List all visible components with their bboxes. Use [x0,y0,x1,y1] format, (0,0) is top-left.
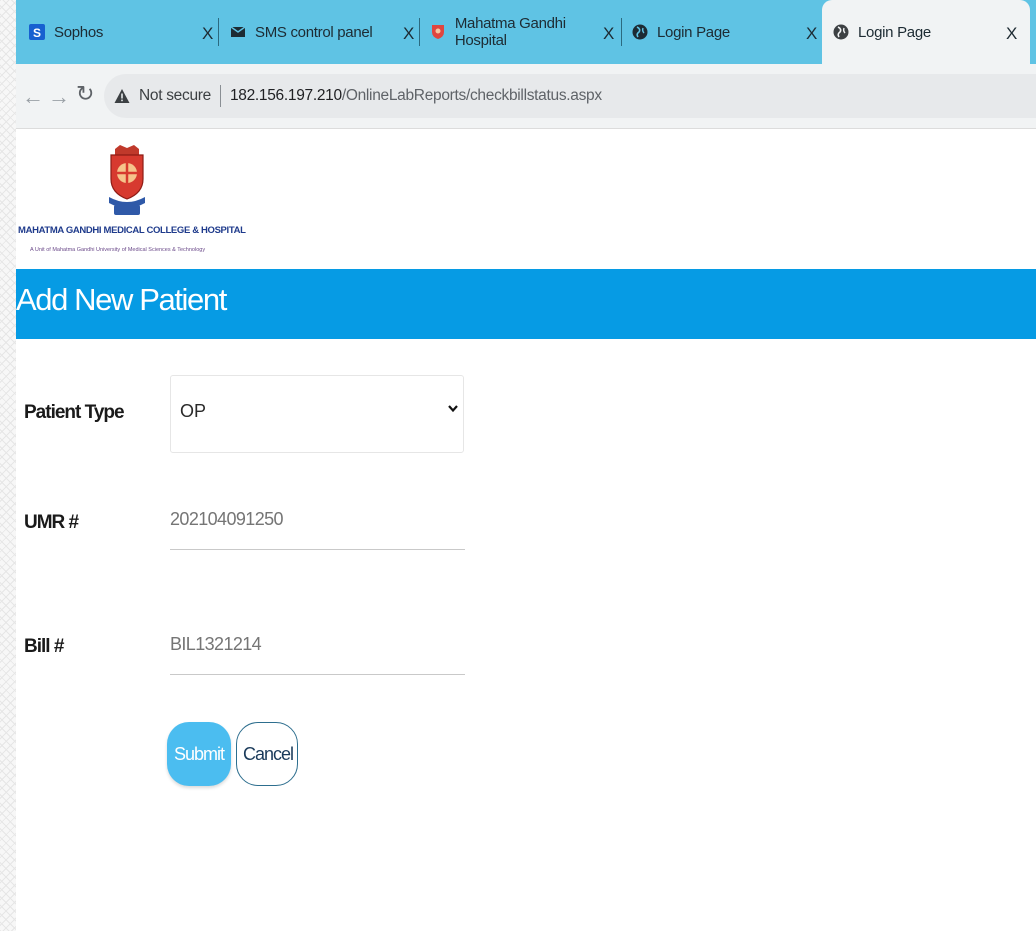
url-path: /OnlineLabReports/checkbillstatus.aspx [341,87,602,104]
globe-icon [632,24,648,40]
tab-login-page-active[interactable]: Login Page X [822,0,1030,64]
page-header-banner: Add New Patient [16,269,1036,339]
tab-separator [419,18,420,46]
tab-separator [621,18,622,46]
tab-close-button[interactable]: X [1006,24,1017,44]
warning-triangle-icon[interactable] [114,88,130,104]
chevron-down-icon [448,405,458,413]
umr-label: UMR # [24,512,79,533]
tab-close-button[interactable]: X [403,24,414,44]
tab-close-button[interactable]: X [603,24,614,44]
tab-label: Login Page [858,23,931,41]
forward-arrow-icon[interactable]: → [48,84,70,110]
logo-title: MAHATMA GANDHI MEDICAL COLLEGE & HOSPITA… [18,225,246,236]
patient-type-label: Patient Type [24,402,125,423]
tab-mahatma-gandhi-hospital[interactable]: Mahatma Gandhi Hospital X [430,0,620,64]
tab-close-button[interactable]: X [202,24,213,44]
page-title: Add New Patient [16,282,227,317]
security-status-label[interactable]: Not secure [139,87,211,105]
envelope-icon [230,24,246,40]
back-arrow-icon[interactable]: ← [22,84,44,110]
tab-label: Login Page [657,23,730,41]
torn-edge [0,0,16,931]
submit-button[interactable]: Submit [167,722,231,786]
globe-icon [833,24,849,40]
hospital-emblem-icon [109,145,145,215]
tab-label: Mahatma Gandhi Hospital [454,15,566,49]
sophos-icon: S [29,24,45,40]
browser-tabstrip: S Sophos X SMS control panel X Mahatma G… [0,0,1036,64]
umr-input[interactable] [170,509,465,530]
tab-login-page[interactable]: Login Page X [632,0,822,64]
bill-field-container [170,634,465,675]
tab-sms-control-panel[interactable]: SMS control panel X [230,0,420,64]
omnibox-divider [219,85,221,107]
reload-icon[interactable]: ↻ [76,81,94,107]
patient-type-select[interactable]: OP [170,375,464,453]
tab-label: SMS control panel [255,23,373,41]
patient-type-selected-value: OP [180,401,207,421]
svg-text:S: S [33,26,41,40]
bill-input[interactable] [170,634,465,655]
cancel-button[interactable]: Cancel [236,722,298,786]
tab-close-button[interactable]: X [806,24,817,44]
address-bar[interactable]: Not secure 182.156.197.210/OnlineLabRepo… [104,74,1036,118]
tab-sophos[interactable]: S Sophos X [29,0,219,64]
tab-label: Sophos [54,23,104,41]
logo-subtitle: A Unit of Mahatma Gandhi University of M… [30,247,206,253]
hospital-shield-icon [430,24,446,40]
umr-field-container [170,509,465,550]
tab-separator [218,18,219,46]
browser-toolbar: ← → ↻ Not secure 182.156.197.210/OnlineL… [0,64,1036,129]
url-host: 182.156.197.210 [229,87,342,104]
bill-label: Bill # [24,636,64,657]
hospital-logo: MAHATMA GANDHI MEDICAL COLLEGE & HOSPITA… [18,145,246,260]
